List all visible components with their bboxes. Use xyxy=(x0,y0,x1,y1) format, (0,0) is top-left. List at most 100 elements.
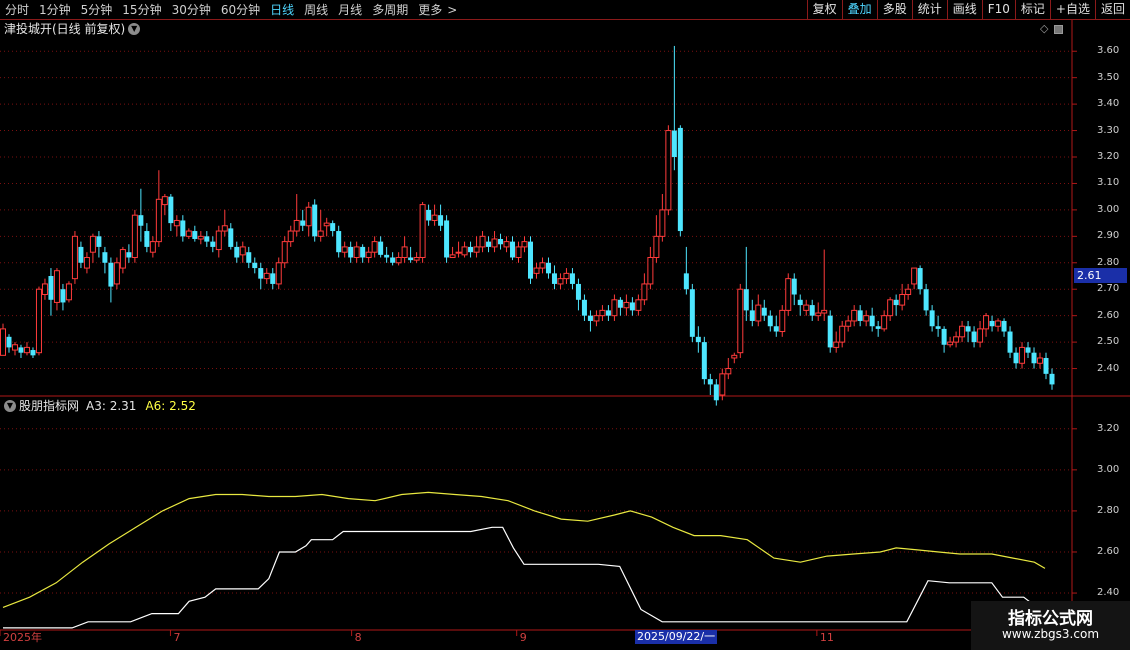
candle-body xyxy=(683,273,689,290)
candle-body xyxy=(408,257,414,261)
candle-body xyxy=(455,251,462,254)
candle-body xyxy=(287,230,294,243)
candle-body xyxy=(839,325,846,343)
candle-body xyxy=(725,368,732,375)
candle-body xyxy=(426,209,432,221)
candle-body xyxy=(144,231,150,247)
candle-body xyxy=(1037,357,1044,364)
candle-body xyxy=(623,301,630,309)
a3-line xyxy=(3,526,1046,629)
candle-body xyxy=(263,272,270,280)
candle-body xyxy=(1049,373,1055,385)
candle-body xyxy=(851,309,858,322)
candle-body xyxy=(905,288,912,296)
candle-body xyxy=(371,241,378,253)
candle-body xyxy=(305,206,312,227)
candle-body xyxy=(293,219,300,232)
candle-body xyxy=(551,273,557,284)
candle-body xyxy=(23,346,30,354)
a6-line xyxy=(2,491,1046,608)
candle-body xyxy=(677,127,683,232)
candle-body xyxy=(173,219,180,227)
candle-body xyxy=(953,336,960,343)
candle-body xyxy=(353,246,360,258)
y-tick-label: 2.50 xyxy=(1097,336,1120,348)
candle-body xyxy=(989,320,995,327)
candle-body xyxy=(473,246,480,253)
candle-body xyxy=(557,278,564,285)
candle-body xyxy=(438,215,444,226)
candle-body xyxy=(779,309,786,333)
candle-body xyxy=(845,320,852,327)
candle-body xyxy=(605,310,611,316)
candle-body xyxy=(863,315,870,322)
x-tick-label: 11 xyxy=(819,631,834,644)
y-tick-label: 3.40 xyxy=(1097,98,1120,110)
candle-body xyxy=(761,307,767,316)
candle-body xyxy=(881,315,888,330)
candle-body xyxy=(41,283,48,296)
candle-body xyxy=(821,309,828,314)
candle-body xyxy=(192,231,198,239)
candle-body xyxy=(449,254,456,258)
candle-body xyxy=(941,328,947,345)
candle-body xyxy=(323,222,330,227)
candle-body xyxy=(1007,331,1013,353)
candle-body xyxy=(1001,320,1007,332)
candle-body xyxy=(773,326,779,332)
candle-body xyxy=(965,326,971,332)
candle-body xyxy=(731,354,738,359)
candle-body xyxy=(707,379,713,385)
candle-body xyxy=(461,246,468,256)
x-tick-label: 9 xyxy=(519,631,527,644)
candle-body xyxy=(545,262,551,274)
candle-body xyxy=(30,350,36,356)
candle-body xyxy=(221,225,228,232)
candle-body xyxy=(971,331,977,343)
candle-body xyxy=(569,273,575,284)
candle-body xyxy=(108,262,114,287)
candle-body xyxy=(365,251,372,258)
candle-body xyxy=(215,230,222,251)
candle-body xyxy=(539,262,546,269)
candle-body xyxy=(911,267,918,285)
candle-body xyxy=(341,246,348,253)
x-tick-label: 7 xyxy=(173,631,181,644)
candle-body xyxy=(869,315,875,327)
current-price-tag: 2.61 xyxy=(1074,268,1127,283)
candle-body xyxy=(419,204,426,258)
candle-body xyxy=(60,289,66,303)
candle-body xyxy=(510,241,516,258)
candle-body xyxy=(258,268,264,279)
candle-body xyxy=(581,299,587,316)
candle-body xyxy=(444,220,450,258)
candle-body xyxy=(533,267,540,274)
candle-body xyxy=(827,315,833,348)
candle-body xyxy=(89,235,96,253)
candle-body xyxy=(599,309,606,317)
candle-body xyxy=(401,246,408,258)
candle-body xyxy=(929,310,935,327)
candle-body xyxy=(281,241,288,264)
candle-body xyxy=(785,278,792,311)
candle-body xyxy=(185,230,192,237)
candle-body xyxy=(210,241,216,247)
candle-body xyxy=(653,235,660,258)
chart-canvas[interactable] xyxy=(0,0,1130,650)
candle-body xyxy=(113,262,120,285)
candle-body xyxy=(275,262,282,285)
candle-body xyxy=(102,252,108,263)
candle-body xyxy=(893,299,899,306)
candle-body xyxy=(959,325,966,338)
candle-body xyxy=(563,272,570,280)
candle-body xyxy=(378,241,384,255)
candle-body xyxy=(689,289,695,337)
candle-body xyxy=(797,299,803,306)
candle-body xyxy=(83,256,90,269)
candle-body xyxy=(468,246,474,253)
candle-body xyxy=(126,252,132,258)
candle-body xyxy=(587,315,593,321)
candle-body xyxy=(149,241,156,253)
indicator-y-tick-label: 2.40 xyxy=(1097,587,1120,599)
candle-body xyxy=(168,196,174,224)
